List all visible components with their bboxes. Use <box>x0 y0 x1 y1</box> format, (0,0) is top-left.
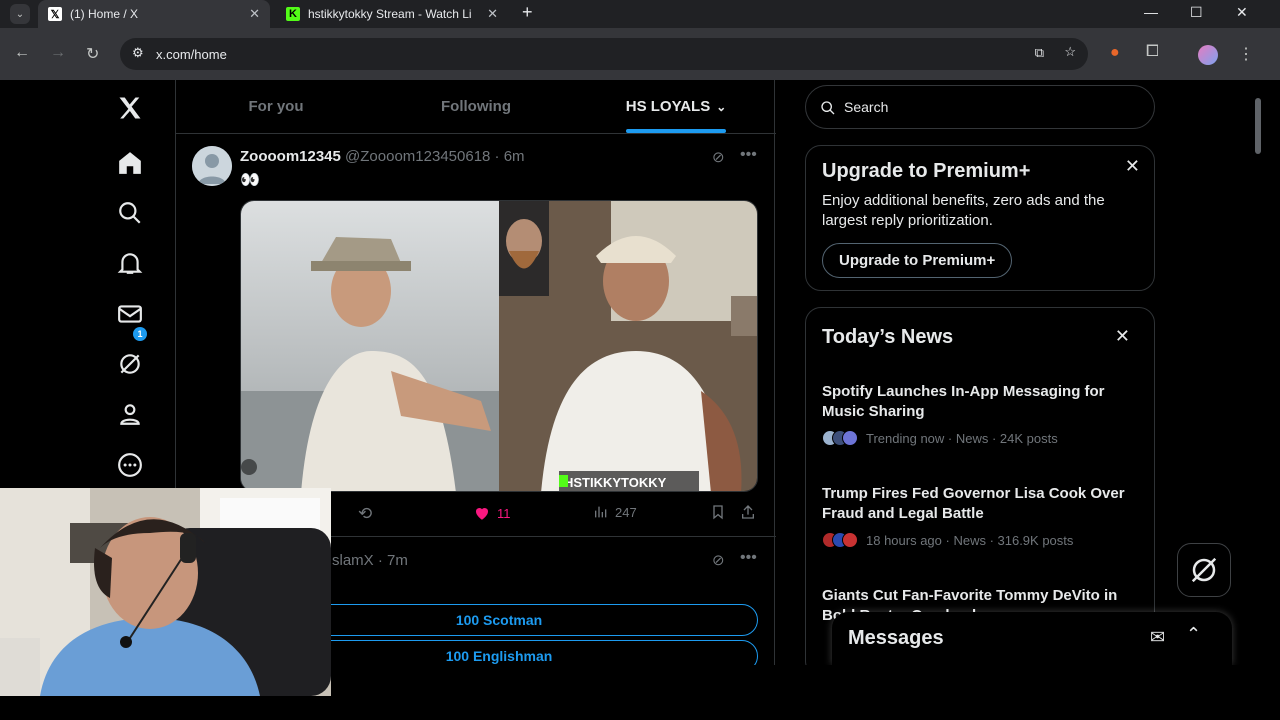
profile-icon[interactable] <box>112 396 148 432</box>
post-media[interactable]: HSTIKKYTOKKY <box>240 200 758 492</box>
tab-title: (1) Home / X <box>70 7 139 21</box>
tab-search-icon[interactable]: ⌄ <box>10 4 30 24</box>
news-meta-text: Trending now · News · 24K posts <box>866 430 1058 446</box>
new-message-icon[interactable]: ✉ <box>1150 627 1165 648</box>
tab-following[interactable]: Following <box>376 80 576 133</box>
home-icon[interactable] <box>112 145 148 181</box>
new-tab-button[interactable]: + <box>522 2 533 23</box>
search-input[interactable]: Search <box>805 85 1155 129</box>
webcam-overlay <box>0 488 331 696</box>
browser-tab-x-home[interactable]: 𝕏 (1) Home / X ✕ <box>38 0 270 28</box>
messages-drawer[interactable]: Messages ✉ ⌃ <box>832 612 1232 665</box>
page-scrollbar[interactable] <box>1252 80 1264 665</box>
bookmark-icon <box>713 505 723 520</box>
browser-tab-strip: ⌄ 𝕏 (1) Home / X ✕ K hstikkytokky Stream… <box>0 0 1280 28</box>
x-logo-icon[interactable] <box>112 90 148 126</box>
streamer-webcam-image <box>0 488 331 696</box>
avatar-stack <box>822 532 858 548</box>
news-headline: Trump Fires Fed Governor Lisa Cook Over … <box>822 485 1125 522</box>
grok-icon[interactable]: ⊘ <box>712 148 725 166</box>
premium-card: Upgrade to Premium+ Enjoy additional ben… <box>805 145 1155 291</box>
grok-icon[interactable]: ⊘ <box>712 551 725 569</box>
media-watermark: HSTIKKYTOKKY <box>564 475 667 490</box>
like-button[interactable]: 11 <box>473 504 511 522</box>
post-author-name[interactable]: Zoooom12345 <box>240 148 341 165</box>
more-icon[interactable] <box>112 447 148 483</box>
browser-toolbar: ← → ↻ ⚙ x.com/home ⧉ ☆ ● ⧠ ⋮ <box>0 28 1280 80</box>
bell-icon[interactable] <box>112 245 148 281</box>
post-handle-time[interactable]: slamX · 7m <box>332 552 408 569</box>
news-headline: Spotify Launches In-App Messaging for Mu… <box>822 383 1105 420</box>
heart-icon <box>475 507 489 520</box>
retweet-icon: ⟲ <box>358 504 373 523</box>
post-text: 👀 <box>240 172 260 189</box>
avatar-stack <box>822 430 858 446</box>
kick-favicon-icon: K <box>286 7 300 21</box>
premium-title: Upgrade to Premium+ <box>822 160 1031 182</box>
close-tab-icon[interactable]: ✕ <box>249 6 260 22</box>
views-button[interactable]: 247 <box>593 504 637 520</box>
search-placeholder: Search <box>844 99 889 115</box>
url-text: x.com/home <box>156 46 227 62</box>
share-icon <box>742 505 754 519</box>
share-button[interactable] <box>740 504 756 520</box>
x-favicon-icon: 𝕏 <box>48 7 62 21</box>
news-meta-text: 18 hours ago · News · 316.9K posts <box>866 532 1074 548</box>
browser-tab-kick[interactable]: K hstikkytokky Stream - Watch Li ✕ <box>276 0 508 28</box>
news-meta: 18 hours ago · News · 316.9K posts <box>822 532 1142 548</box>
address-bar[interactable]: ⚙ x.com/home ⧉ ☆ <box>120 38 1088 70</box>
news-item[interactable]: Spotify Launches In-App Messaging for Mu… <box>822 382 1122 446</box>
extensions-puzzle-icon[interactable]: ⧠ <box>1146 43 1159 61</box>
browser-menu-icon[interactable]: ⋮ <box>1238 44 1254 64</box>
site-settings-icon[interactable]: ⚙ <box>132 45 144 61</box>
view-count: 247 <box>615 504 637 520</box>
post-handle-time[interactable]: @Zoooom123450618 · 6m <box>345 148 525 165</box>
tab-title: hstikkytokky Stream - Watch Li <box>308 7 472 21</box>
mail-icon[interactable] <box>112 296 148 332</box>
bookmark-button[interactable] <box>710 504 726 520</box>
close-icon[interactable]: ✕ <box>1115 326 1130 347</box>
media-image-collage: HSTIKKYTOKKY <box>241 201 757 491</box>
news-title: Today’s News <box>822 326 954 348</box>
search-icon[interactable] <box>112 195 148 231</box>
close-window-icon[interactable]: ✕ <box>1236 4 1248 21</box>
selected-tab-indicator <box>626 129 726 133</box>
avatar[interactable] <box>192 146 232 186</box>
grok-icon[interactable] <box>112 346 148 382</box>
grok-floating-button[interactable] <box>1177 543 1231 597</box>
tab-for-you[interactable]: For you <box>176 80 376 133</box>
scrollbar-thumb[interactable] <box>1255 98 1261 154</box>
news-meta: Trending now · News · 24K posts <box>822 430 1122 446</box>
expand-up-icon[interactable]: ⌃ <box>1186 624 1201 645</box>
grok-icon <box>1191 557 1217 583</box>
news-item[interactable]: Trump Fires Fed Governor Lisa Cook Over … <box>822 484 1142 548</box>
timeline-tabs: For you Following HS LOYALS ⌄ <box>176 80 776 134</box>
search-icon <box>821 101 835 115</box>
back-icon[interactable]: ← <box>14 44 30 62</box>
retweet-button[interactable]: ⟲ <box>358 504 372 524</box>
extension-fox-icon[interactable]: ● <box>1110 44 1120 62</box>
like-count: 11 <box>497 505 511 521</box>
bookmark-star-icon[interactable]: ☆ <box>1064 44 1076 60</box>
chevron-down-icon[interactable]: ⌄ <box>716 100 726 114</box>
messages-title: Messages <box>848 627 944 649</box>
views-icon <box>595 506 607 518</box>
more-options-icon[interactable]: ••• <box>740 549 757 567</box>
reload-icon[interactable]: ↻ <box>86 44 99 64</box>
install-icon[interactable]: ⧉ <box>1035 45 1044 61</box>
forward-icon[interactable]: → <box>50 44 66 62</box>
tab-hs-loyals[interactable]: HS LOYALS ⌄ <box>576 80 776 133</box>
post-header: Zoooom12345 @Zoooom123450618 · 6m <box>240 148 525 165</box>
close-icon[interactable]: ✕ <box>1125 156 1140 177</box>
more-options-icon[interactable]: ••• <box>740 146 757 164</box>
maximize-icon[interactable]: ☐ <box>1190 4 1203 21</box>
upgrade-button[interactable]: Upgrade to Premium+ <box>822 243 1013 278</box>
minimize-icon[interactable]: — <box>1144 4 1158 20</box>
premium-body: Enjoy additional benefits, zero ads and … <box>822 192 1105 229</box>
close-tab-icon[interactable]: ✕ <box>487 6 498 22</box>
profile-avatar-icon[interactable] <box>1198 45 1218 65</box>
